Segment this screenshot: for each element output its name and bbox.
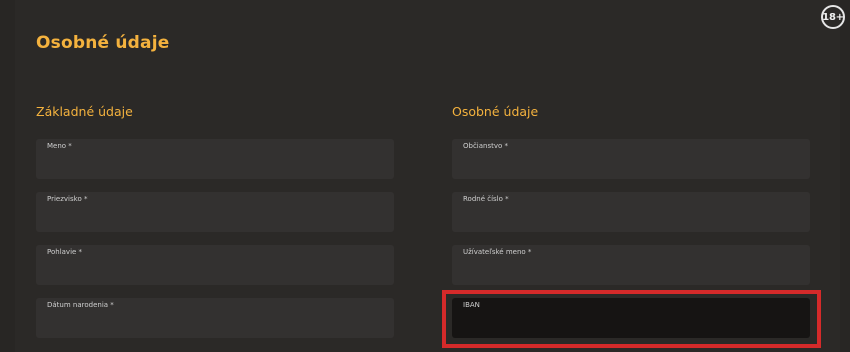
birth-date-field[interactable]: Dátum narodenia * [36,298,394,338]
username-field[interactable]: Užívateľské meno * [452,245,810,285]
first-name-field[interactable]: Meno * [36,139,394,179]
age-restriction-badge: 18+ [821,5,845,29]
page-title: Osobné údaje [36,33,170,53]
citizenship-label: Občianstvo * [463,142,509,150]
section-title-basic-info: Základné údaje [36,104,133,119]
gender-label: Pohlavie * [47,248,83,256]
first-name-input[interactable] [47,155,377,173]
iban-label: IBAN [463,301,480,309]
birth-date-label: Dátum narodenia * [47,301,114,309]
username-input[interactable] [463,261,793,279]
iban-field[interactable]: IBAN [452,298,810,338]
last-name-input[interactable] [47,208,377,226]
username-label: Užívateľské meno * [463,248,532,256]
birth-date-input[interactable] [47,314,377,332]
last-name-field[interactable]: Priezvisko * [36,192,394,232]
first-name-label: Meno * [47,142,72,150]
citizenship-input[interactable] [463,155,793,173]
gender-input[interactable] [47,261,377,279]
citizenship-field[interactable]: Občianstvo * [452,139,810,179]
iban-input[interactable] [463,314,793,332]
last-name-label: Priezvisko * [47,195,88,203]
birth-number-field[interactable]: Rodné číslo * [452,192,810,232]
section-title-personal-info: Osobné údaje [452,104,539,119]
birth-number-label: Rodné číslo * [463,195,509,203]
gender-field[interactable]: Pohlavie * [36,245,394,285]
birth-number-input[interactable] [463,208,793,226]
